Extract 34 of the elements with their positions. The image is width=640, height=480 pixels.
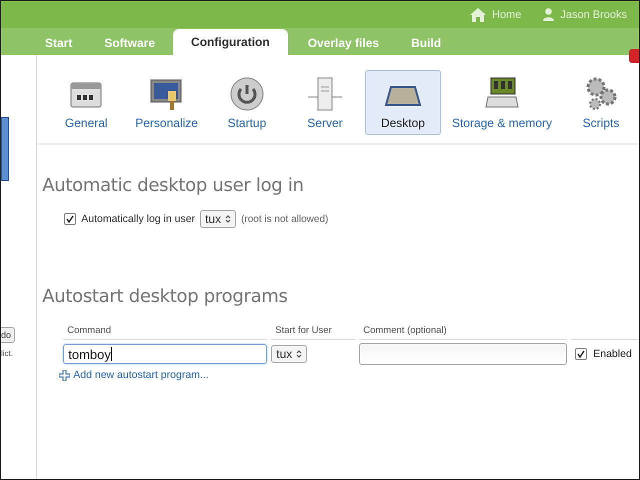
section-heading: Automatic desktop user log in [41,175,305,196]
checkbox-label: Automatically log in user [81,213,196,225]
user-select[interactable]: tux [200,210,236,228]
server-icon [306,75,344,113]
column-header: Start for User [271,325,356,340]
power-icon [228,75,266,113]
home-icon [470,8,486,22]
column-header: Comment (optional) [359,325,568,340]
category-item[interactable]: Personalize [126,70,207,135]
category-item[interactable]: Server [286,70,363,135]
column-header: Command [63,325,268,340]
plus-icon [59,370,70,380]
category-item[interactable]: Scripts [563,70,639,135]
add-program-link[interactable]: Add new autostart program... [59,369,639,381]
category-item[interactable]: Desktop [364,70,441,135]
notification-badge [629,49,639,63]
category-item[interactable]: Storage & memory [442,70,561,135]
user-icon [543,8,554,22]
sidebar-selection [1,117,9,181]
comment-field[interactable] [359,343,568,365]
section-heading: Autostart desktop programs [41,286,289,307]
checkbox-label: Enabled [593,348,632,360]
user-select[interactable]: tux [271,345,308,363]
category-item[interactable]: Startup [208,70,285,135]
stepper-arrows-icon [225,214,232,224]
command-field[interactable]: tomboy [63,344,268,364]
category-item[interactable]: General [48,70,124,135]
cut-off-button[interactable]: do [1,327,16,343]
note-text: (root is not allowed) [241,214,328,224]
stepper-arrows-icon [296,349,302,359]
checkbox[interactable] [575,348,588,360]
checkbox[interactable] [64,213,76,225]
nav-tab[interactable]: Configuration [173,29,288,55]
cut-off-text: lict. [1,349,13,358]
